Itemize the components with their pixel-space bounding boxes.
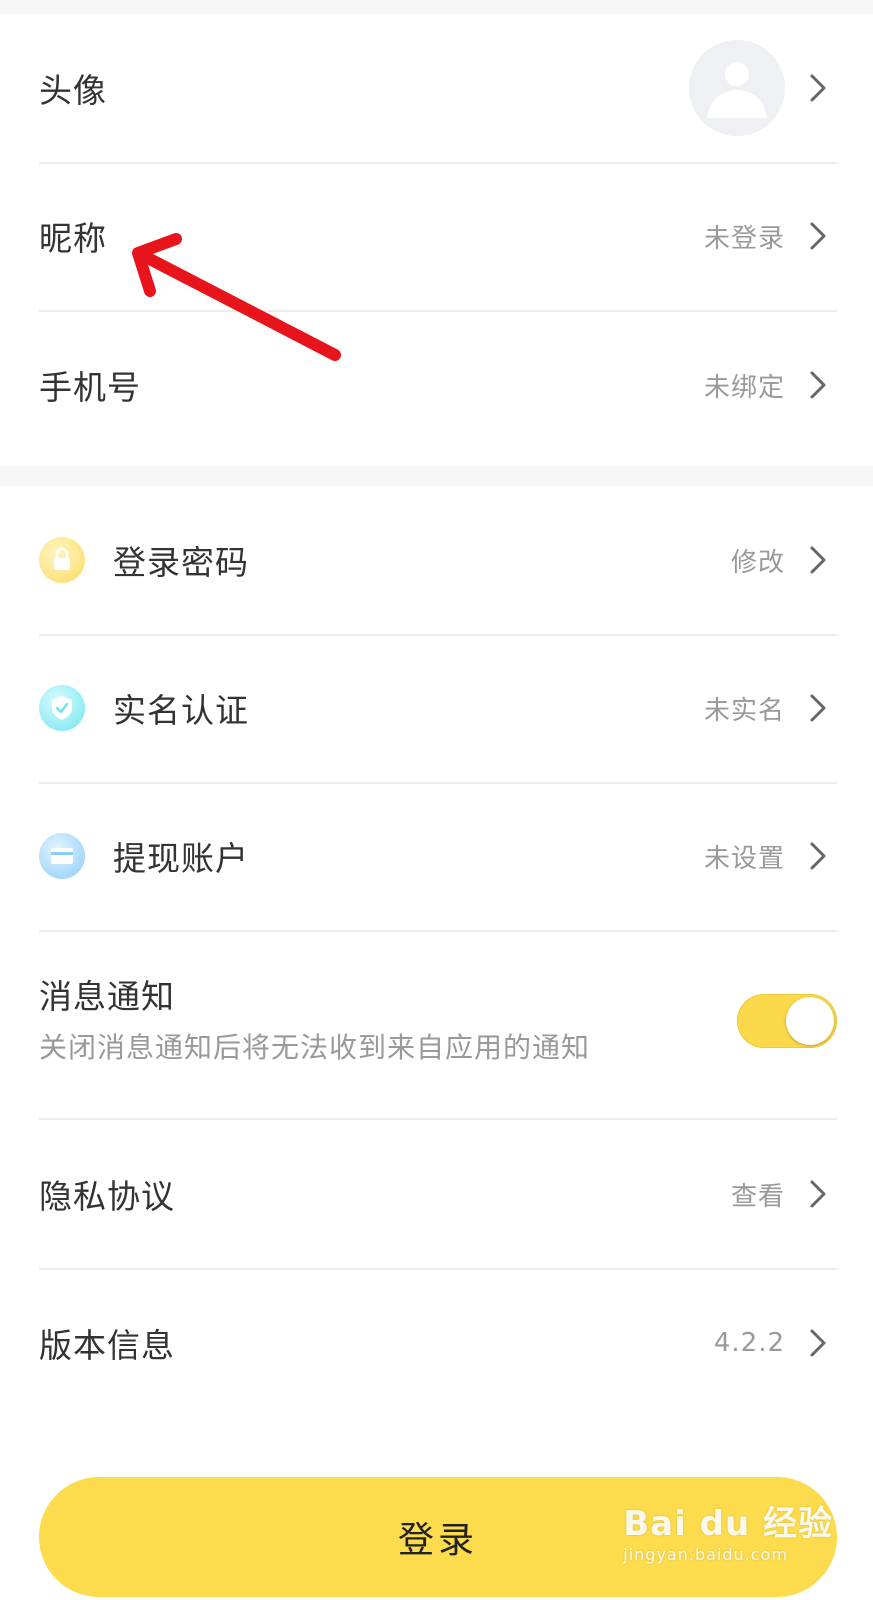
notification-row: 消息通知 关闭消息通知后将无法收到来自应用的通知 xyxy=(39,930,837,1120)
baidu-jingyan-watermark: Bai du 经验 jingyan.baidu.com xyxy=(623,1496,833,1564)
privacy-row[interactable]: 隐私协议 查看 xyxy=(39,1120,837,1270)
chevron-right-icon xyxy=(810,694,826,722)
withdraw-row[interactable]: 提现账户 未设置 xyxy=(39,782,837,932)
password-label: 登录密码 xyxy=(113,543,249,582)
version-row[interactable]: 版本信息 4.2.2 xyxy=(39,1268,837,1418)
shield-check-icon xyxy=(39,685,85,731)
watermark-url: jingyan.baidu.com xyxy=(623,1545,788,1564)
chevron-right-icon xyxy=(810,842,826,870)
nickname-value: 未登录 xyxy=(703,223,785,254)
version-label: 版本信息 xyxy=(39,1326,175,1365)
phone-label: 手机号 xyxy=(39,368,141,407)
user-avatar-icon xyxy=(689,40,785,136)
notification-title: 消息通知 xyxy=(39,977,175,1016)
notification-toggle[interactable] xyxy=(737,994,837,1048)
password-row[interactable]: 登录密码 修改 xyxy=(39,486,837,636)
withdraw-value: 未设置 xyxy=(703,843,785,874)
chevron-right-icon xyxy=(810,546,826,574)
notification-subtitle: 关闭消息通知后将无法收到来自应用的通知 xyxy=(39,1031,591,1064)
watermark-brand: Bai du 经验 xyxy=(623,1504,833,1544)
avatar-label: 头像 xyxy=(39,71,107,110)
password-value: 修改 xyxy=(730,547,785,578)
lock-icon xyxy=(39,537,85,583)
chevron-right-icon xyxy=(810,371,826,399)
realname-row[interactable]: 实名认证 未实名 xyxy=(39,634,837,784)
realname-label: 实名认证 xyxy=(113,691,249,730)
nickname-row[interactable]: 昵称 未登录 xyxy=(39,162,837,312)
avatar-row[interactable]: 头像 xyxy=(39,14,837,164)
nickname-label: 昵称 xyxy=(39,219,107,258)
chevron-right-icon xyxy=(810,222,826,250)
chevron-right-icon xyxy=(810,1180,826,1208)
chevron-right-icon xyxy=(810,1329,826,1357)
chevron-right-icon xyxy=(810,74,826,102)
profile-card: 头像 昵称 未登录 手机号 未绑定 xyxy=(0,14,873,466)
toggle-knob xyxy=(786,997,834,1045)
phone-value: 未绑定 xyxy=(703,372,785,403)
settings-card: 登录密码 修改 实名认证 未实名 提现账户 未设置 消息通知 关闭消息通知后将无… xyxy=(0,486,873,1600)
card-icon xyxy=(39,833,85,879)
version-value: 4.2.2 xyxy=(713,1328,785,1358)
withdraw-label: 提现账户 xyxy=(113,839,249,878)
privacy-label: 隐私协议 xyxy=(39,1177,175,1216)
phone-row[interactable]: 手机号 未绑定 xyxy=(39,310,837,460)
privacy-value: 查看 xyxy=(730,1181,785,1212)
realname-value: 未实名 xyxy=(703,695,785,726)
